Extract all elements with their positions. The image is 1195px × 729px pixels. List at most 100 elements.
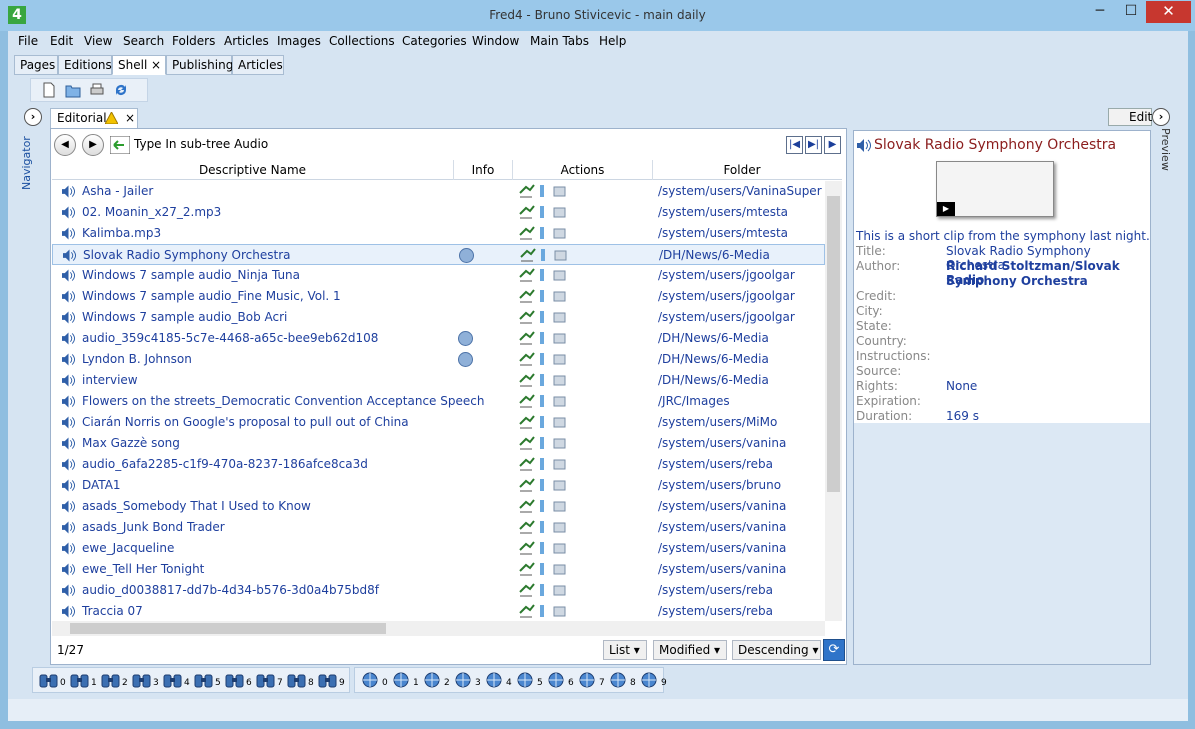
table-row[interactable]: audio_6afa2285-c1f9-470a-8237-186afce8ca… <box>52 454 825 475</box>
row-actions-icon[interactable] <box>519 247 567 263</box>
table-row[interactable]: asads_Somebody That I Used to Know/syste… <box>52 496 825 517</box>
horizontal-scroll-thumb[interactable] <box>70 623 386 634</box>
row-name[interactable]: Asha - Jailer <box>82 184 153 198</box>
binoculars-button[interactable]: 2 <box>101 672 131 690</box>
row-actions-icon[interactable] <box>518 498 566 514</box>
row-name[interactable]: asads_Junk Bond Trader <box>82 520 225 534</box>
row-name[interactable]: Windows 7 sample audio_Bob Acri <box>82 310 287 324</box>
row-name[interactable]: 02. Moanin_x27_2.mp3 <box>82 205 221 219</box>
row-folder[interactable]: /system/users/mtesta <box>658 226 788 240</box>
binoculars-button[interactable]: 5 <box>194 672 224 690</box>
row-actions-icon[interactable] <box>518 414 566 430</box>
next-page-button[interactable]: ▶| <box>805 136 822 154</box>
tab-editorial[interactable]: Editorial × <box>50 108 138 128</box>
row-folder[interactable]: /DH/News/6-Media <box>658 331 769 345</box>
globe-button[interactable]: 4 <box>485 672 515 690</box>
row-folder[interactable]: /system/users/mtesta <box>658 205 788 219</box>
table-row[interactable]: audio_d0038817-dd7b-4d34-b576-3d0a4b75bd… <box>52 580 825 601</box>
row-name[interactable]: audio_d0038817-dd7b-4d34-b576-3d0a4b75bd… <box>82 583 379 597</box>
row-folder[interactable]: /system/users/vanina <box>658 562 786 576</box>
table-row[interactable]: Slovak Radio Symphony Orchestra/DH/News/… <box>52 244 825 265</box>
row-actions-icon[interactable] <box>518 519 566 535</box>
row-folder[interactable]: /system/users/jgoolgar <box>658 268 795 282</box>
tab-shell[interactable]: Shell × <box>112 55 166 75</box>
table-row[interactable]: Flowers on the streets_Democratic Conven… <box>52 391 825 412</box>
menu-categories[interactable]: Categories <box>402 34 467 48</box>
globe-button[interactable]: 7 <box>578 672 608 690</box>
binoculars-button[interactable]: 0 <box>39 672 69 690</box>
table-row[interactable]: Traccia 07/system/users/reba <box>52 601 825 621</box>
row-name[interactable]: Max Gazzè song <box>82 436 180 450</box>
table-row[interactable]: Ciarán Norris on Google's proposal to pu… <box>52 412 825 433</box>
row-name[interactable]: Slovak Radio Symphony Orchestra <box>83 248 291 262</box>
first-page-button[interactable]: |◀ <box>786 136 803 154</box>
menu-search[interactable]: Search <box>123 34 164 48</box>
navigator-label[interactable]: Navigator <box>20 128 44 198</box>
menu-images[interactable]: Images <box>277 34 321 48</box>
binoculars-button[interactable]: 7 <box>256 672 286 690</box>
row-name[interactable]: asads_Somebody That I Used to Know <box>82 499 311 513</box>
binoculars-button[interactable]: 6 <box>225 672 255 690</box>
audio-player[interactable]: ▶ <box>936 161 1054 217</box>
table-row[interactable]: ewe_Jacqueline/system/users/vanina <box>52 538 825 559</box>
table-row[interactable]: Lyndon B. Johnson/DH/News/6-Media <box>52 349 825 370</box>
row-actions-icon[interactable] <box>518 540 566 556</box>
row-actions-icon[interactable] <box>518 477 566 493</box>
table-row[interactable]: audio_359c4185-5c7e-4468-a65c-bee9eb62d1… <box>52 328 825 349</box>
globe-button[interactable]: 5 <box>516 672 546 690</box>
row-folder[interactable]: /DH/News/6-Media <box>659 248 770 262</box>
row-folder[interactable]: /system/users/vanina <box>658 541 786 555</box>
globe-button[interactable]: 3 <box>454 672 484 690</box>
row-name[interactable]: audio_6afa2285-c1f9-470a-8237-186afce8ca… <box>82 457 368 471</box>
table-row[interactable]: DATA1/system/users/bruno <box>52 475 825 496</box>
sort-order-select[interactable]: Descending ▾ <box>732 640 821 660</box>
row-folder[interactable]: /system/users/vanina <box>658 499 786 513</box>
preview-toggle-icon[interactable]: › <box>1152 108 1170 126</box>
row-name[interactable]: ewe_Tell Her Tonight <box>82 562 204 576</box>
refresh-list-button[interactable]: ⟳ <box>823 639 845 661</box>
back-button[interactable]: ◀ <box>54 134 76 156</box>
forward-button[interactable]: ▶ <box>82 134 104 156</box>
globe-button[interactable]: 6 <box>547 672 577 690</box>
menu-articles[interactable]: Articles <box>224 34 269 48</box>
row-actions-icon[interactable] <box>518 603 566 619</box>
menu-help[interactable]: Help <box>599 34 626 48</box>
row-folder[interactable]: /system/users/reba <box>658 583 773 597</box>
globe-button[interactable]: 9 <box>640 672 670 690</box>
vertical-scroll-thumb[interactable] <box>827 196 840 492</box>
table-row[interactable]: Max Gazzè song/system/users/vanina <box>52 433 825 454</box>
menu-view[interactable]: View <box>84 34 112 48</box>
column-actions[interactable]: Actions <box>513 163 652 177</box>
row-folder[interactable]: /system/users/MiMo <box>658 415 777 429</box>
row-actions-icon[interactable] <box>518 372 566 388</box>
binoculars-button[interactable]: 9 <box>318 672 348 690</box>
binoculars-button[interactable]: 4 <box>163 672 193 690</box>
globe-button[interactable]: 1 <box>392 672 422 690</box>
row-actions-icon[interactable] <box>518 288 566 304</box>
open-folder-icon[interactable] <box>65 82 81 98</box>
menu-window[interactable]: Window <box>472 34 519 48</box>
navigator-toggle-icon[interactable]: › <box>24 108 42 126</box>
tab-publishing[interactable]: Publishing <box>166 55 233 75</box>
row-name[interactable]: Traccia 07 <box>82 604 143 618</box>
binoculars-button[interactable]: 3 <box>132 672 162 690</box>
minimize-button[interactable]: ─ <box>1083 1 1117 23</box>
print-icon[interactable] <box>89 82 105 98</box>
table-row[interactable]: Kalimba.mp3/system/users/mtesta <box>52 223 825 244</box>
row-actions-icon[interactable] <box>518 561 566 577</box>
row-folder[interactable]: /system/users/reba <box>658 457 773 471</box>
column-folder[interactable]: Folder <box>653 163 831 177</box>
row-folder[interactable]: /JRC/Images <box>658 394 730 408</box>
globe-button[interactable]: 2 <box>423 672 453 690</box>
info-icon[interactable] <box>458 331 473 346</box>
view-mode-select[interactable]: List ▾ <box>603 640 647 660</box>
table-row[interactable]: Asha - Jailer/system/users/VaninaSuper <box>52 181 825 202</box>
info-icon[interactable] <box>459 248 474 263</box>
play-icon[interactable]: ▶ <box>937 202 955 216</box>
refresh-icon[interactable] <box>113 82 129 98</box>
new-document-icon[interactable] <box>41 82 57 98</box>
row-folder[interactable]: /DH/News/6-Media <box>658 373 769 387</box>
column-info[interactable]: Info <box>454 163 512 177</box>
row-actions-icon[interactable] <box>518 204 566 220</box>
row-actions-icon[interactable] <box>518 393 566 409</box>
